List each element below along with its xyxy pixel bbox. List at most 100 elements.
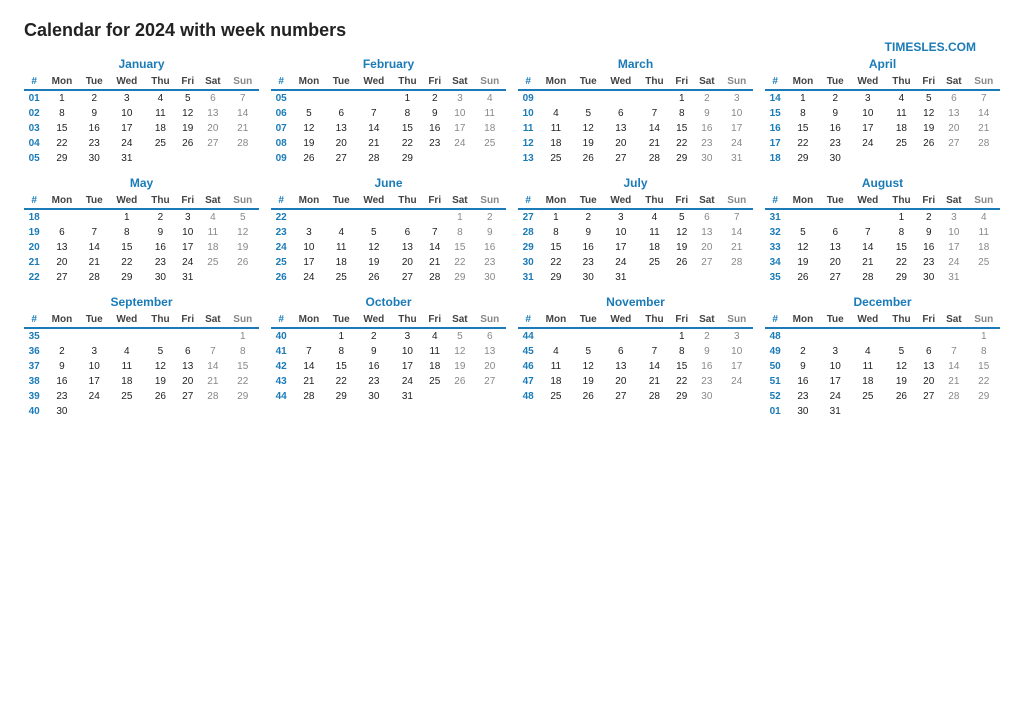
day-cell: 26 (145, 389, 177, 404)
day-cell: 30 (917, 270, 940, 285)
day-cell: 23 (356, 374, 392, 389)
day-cell: 8 (785, 106, 820, 121)
week-row: 2624252627282930 (271, 270, 506, 285)
day-cell (720, 270, 753, 285)
day-cell: 9 (79, 106, 109, 121)
col-header-wed: Wed (850, 74, 886, 90)
day-cell: 31 (109, 151, 145, 166)
day-cell: 25 (326, 270, 356, 285)
col-header-tue: Tue (79, 193, 109, 209)
day-cell: 12 (573, 359, 603, 374)
col-header-wed: Wed (603, 193, 639, 209)
col-header-#: # (765, 193, 785, 209)
day-cell: 16 (917, 240, 940, 255)
week-number: 36 (24, 344, 44, 359)
day-cell: 14 (639, 121, 671, 136)
col-header-sun: Sun (967, 312, 1000, 328)
day-cell: 22 (886, 255, 918, 270)
week-row: 4214151617181920 (271, 359, 506, 374)
day-cell: 1 (326, 328, 356, 344)
col-header-fri: Fri (917, 74, 940, 90)
week-number: 04 (24, 136, 44, 151)
day-cell: 13 (603, 121, 639, 136)
week-row: 1111121314151617 (518, 121, 753, 136)
day-cell: 29 (538, 270, 573, 285)
week-number: 30 (518, 255, 538, 270)
week-number: 47 (518, 374, 538, 389)
col-header-thu: Thu (392, 312, 424, 328)
day-cell: 7 (639, 344, 671, 359)
day-cell: 12 (226, 225, 259, 240)
col-header-fri: Fri (176, 74, 199, 90)
day-cell: 22 (326, 374, 356, 389)
week-number: 52 (765, 389, 785, 404)
day-cell: 24 (392, 374, 424, 389)
week-number: 01 (765, 404, 785, 419)
day-cell: 12 (785, 240, 820, 255)
col-header-#: # (765, 74, 785, 90)
day-cell (670, 270, 693, 285)
day-cell (538, 90, 573, 106)
week-number: 11 (518, 121, 538, 136)
day-cell: 11 (473, 106, 506, 121)
day-cell: 2 (44, 344, 79, 359)
day-cell: 1 (670, 328, 693, 344)
day-cell: 27 (693, 255, 720, 270)
col-header-tue: Tue (79, 312, 109, 328)
day-cell: 7 (423, 225, 446, 240)
day-cell (109, 328, 145, 344)
week-row: 3923242526272829 (24, 389, 259, 404)
day-cell: 22 (226, 374, 259, 389)
day-cell: 29 (326, 389, 356, 404)
day-cell: 17 (720, 121, 753, 136)
week-row: 4321222324252627 (271, 374, 506, 389)
day-cell: 17 (392, 359, 424, 374)
day-cell (917, 151, 940, 166)
day-cell (199, 328, 226, 344)
day-cell: 24 (820, 389, 850, 404)
day-cell: 10 (720, 344, 753, 359)
day-cell: 12 (356, 240, 392, 255)
day-cell: 17 (109, 121, 145, 136)
week-row: 141234567 (765, 90, 1000, 106)
day-cell (603, 328, 639, 344)
week-row: 4178910111213 (271, 344, 506, 359)
day-cell (291, 209, 326, 225)
day-cell: 26 (917, 136, 940, 151)
month-title: July (518, 176, 753, 190)
col-header-sun: Sun (473, 74, 506, 90)
day-cell: 22 (670, 136, 693, 151)
day-cell: 7 (79, 225, 109, 240)
col-header-sun: Sun (226, 74, 259, 90)
day-cell: 27 (603, 389, 639, 404)
col-header-sun: Sun (720, 193, 753, 209)
day-cell: 24 (720, 136, 753, 151)
day-cell: 30 (356, 389, 392, 404)
week-number: 46 (518, 359, 538, 374)
col-header-thu: Thu (392, 74, 424, 90)
day-cell: 11 (538, 121, 573, 136)
col-header-thu: Thu (145, 74, 177, 90)
page-title: Calendar for 2024 with week numbers (24, 20, 1000, 41)
day-cell: 7 (291, 344, 326, 359)
day-cell: 27 (473, 374, 506, 389)
day-cell: 2 (356, 328, 392, 344)
col-header-#: # (24, 312, 44, 328)
day-cell: 26 (670, 255, 693, 270)
day-cell: 12 (886, 359, 918, 374)
col-header-#: # (518, 193, 538, 209)
day-cell (291, 328, 326, 344)
day-cell: 5 (573, 106, 603, 121)
day-cell: 25 (423, 374, 446, 389)
day-cell: 24 (79, 389, 109, 404)
col-header-wed: Wed (109, 193, 145, 209)
day-cell (693, 270, 720, 285)
day-cell: 3 (603, 209, 639, 225)
day-cell (573, 328, 603, 344)
col-header-sat: Sat (199, 312, 226, 328)
day-cell: 12 (176, 106, 199, 121)
day-cell: 3 (820, 344, 850, 359)
col-header-thu: Thu (886, 312, 918, 328)
day-cell: 15 (785, 121, 820, 136)
day-cell: 28 (199, 389, 226, 404)
